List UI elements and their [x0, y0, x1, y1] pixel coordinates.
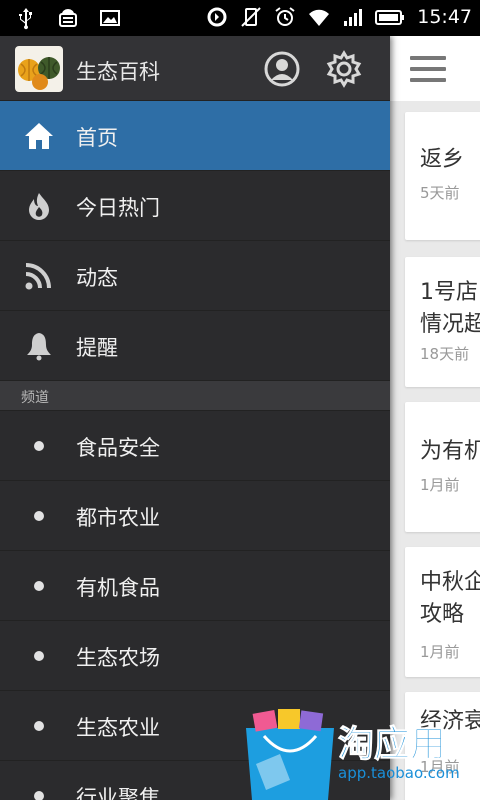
article-title: 1号店 情况超: [420, 280, 480, 337]
article-time: 1月前: [420, 643, 460, 661]
signal-icon: [344, 9, 363, 26]
bullet-icon: [34, 651, 44, 661]
article-title: 返乡: [420, 147, 465, 172]
section-title: 频道: [21, 390, 49, 406]
account-icon: [264, 51, 300, 87]
settings-button[interactable]: [325, 50, 363, 88]
rss-icon: [25, 263, 51, 290]
battery-icon: [375, 10, 405, 25]
article-title: 为有机: [420, 439, 480, 464]
bullet-icon: [34, 581, 44, 591]
menu-item-label: 今日热门: [76, 196, 160, 220]
sync-icon: [207, 7, 227, 27]
bullet-icon: [34, 721, 44, 731]
app-logo[interactable]: [15, 46, 63, 92]
bullet-icon: [34, 441, 44, 451]
screen: { "status_bar": { "time": "15:47", "icon…: [0, 0, 480, 800]
menu-item-trending[interactable]: 今日热门: [0, 171, 390, 241]
menu-item-home[interactable]: 首页: [0, 101, 390, 171]
channel-label: 行业聚焦: [76, 786, 160, 800]
android-debug-icon: [59, 9, 77, 27]
watermark-brand: 淘应用: [338, 724, 446, 765]
channel-item[interactable]: 有机食品: [0, 551, 390, 621]
alarm-icon: [275, 7, 295, 26]
channel-label: 生态农业: [76, 716, 160, 740]
article-card[interactable]: 1号店 情况超 18天前: [405, 257, 480, 387]
menu-item-reminders[interactable]: 提醒: [0, 311, 390, 381]
main-content: 返乡 5天前 1号店 情况超 18天前 为有机 1月前 中秋企 攻略 1月前 经…: [390, 36, 480, 800]
settings-gear-icon: [326, 50, 362, 88]
bullet-icon: [34, 791, 44, 800]
usb-icon: [19, 8, 32, 30]
bullet-icon: [34, 511, 44, 521]
channel-item[interactable]: 都市农业: [0, 481, 390, 551]
article-time: 1月前: [420, 476, 460, 494]
image-icon: [100, 10, 120, 26]
article-time: 5天前: [420, 184, 460, 202]
article-time: 18天前: [420, 345, 470, 363]
app-name: 生态百科: [76, 60, 160, 84]
article-title: 中秋企 攻略: [420, 570, 480, 627]
channel-label: 有机食品: [76, 576, 160, 600]
clock: 15:47: [417, 6, 472, 28]
article-card[interactable]: 中秋企 攻略 1月前: [405, 547, 480, 677]
top-bar: [390, 36, 480, 101]
menu-item-label: 动态: [76, 266, 118, 290]
channel-label: 食品安全: [76, 436, 160, 460]
channel-label: 生态农场: [76, 646, 160, 670]
wifi-icon: [309, 9, 330, 26]
status-bar: 15:47: [0, 0, 480, 36]
home-icon: [25, 123, 53, 149]
watermark-url: app.taobao.com: [338, 764, 460, 782]
navigation-drawer: 生态百科 首页 今日热门 动态 提醒 频道 食品安全 都市农业 有机食品 生态农…: [0, 36, 390, 800]
channel-item[interactable]: 食品安全: [0, 411, 390, 481]
vibrate-off-icon: [241, 7, 261, 27]
article-card[interactable]: 返乡 5天前: [405, 112, 480, 240]
shopping-bag-icon: [246, 709, 334, 800]
menu-item-feed[interactable]: 动态: [0, 241, 390, 311]
channel-label: 都市农业: [76, 506, 160, 530]
channel-item[interactable]: 生态农场: [0, 621, 390, 691]
account-button[interactable]: [263, 50, 301, 88]
menu-item-label: 提醒: [76, 336, 118, 360]
article-card[interactable]: 为有机 1月前: [405, 402, 480, 532]
channels-section-header: 频道: [0, 381, 390, 411]
drawer-header: 生态百科: [0, 36, 390, 101]
bell-icon: [27, 333, 51, 361]
hamburger-menu-icon[interactable]: [410, 56, 446, 82]
taobao-app-watermark: 淘应用 app.taobao.com: [246, 709, 460, 800]
fire-icon: [29, 193, 49, 220]
menu-item-label: 首页: [76, 126, 118, 150]
